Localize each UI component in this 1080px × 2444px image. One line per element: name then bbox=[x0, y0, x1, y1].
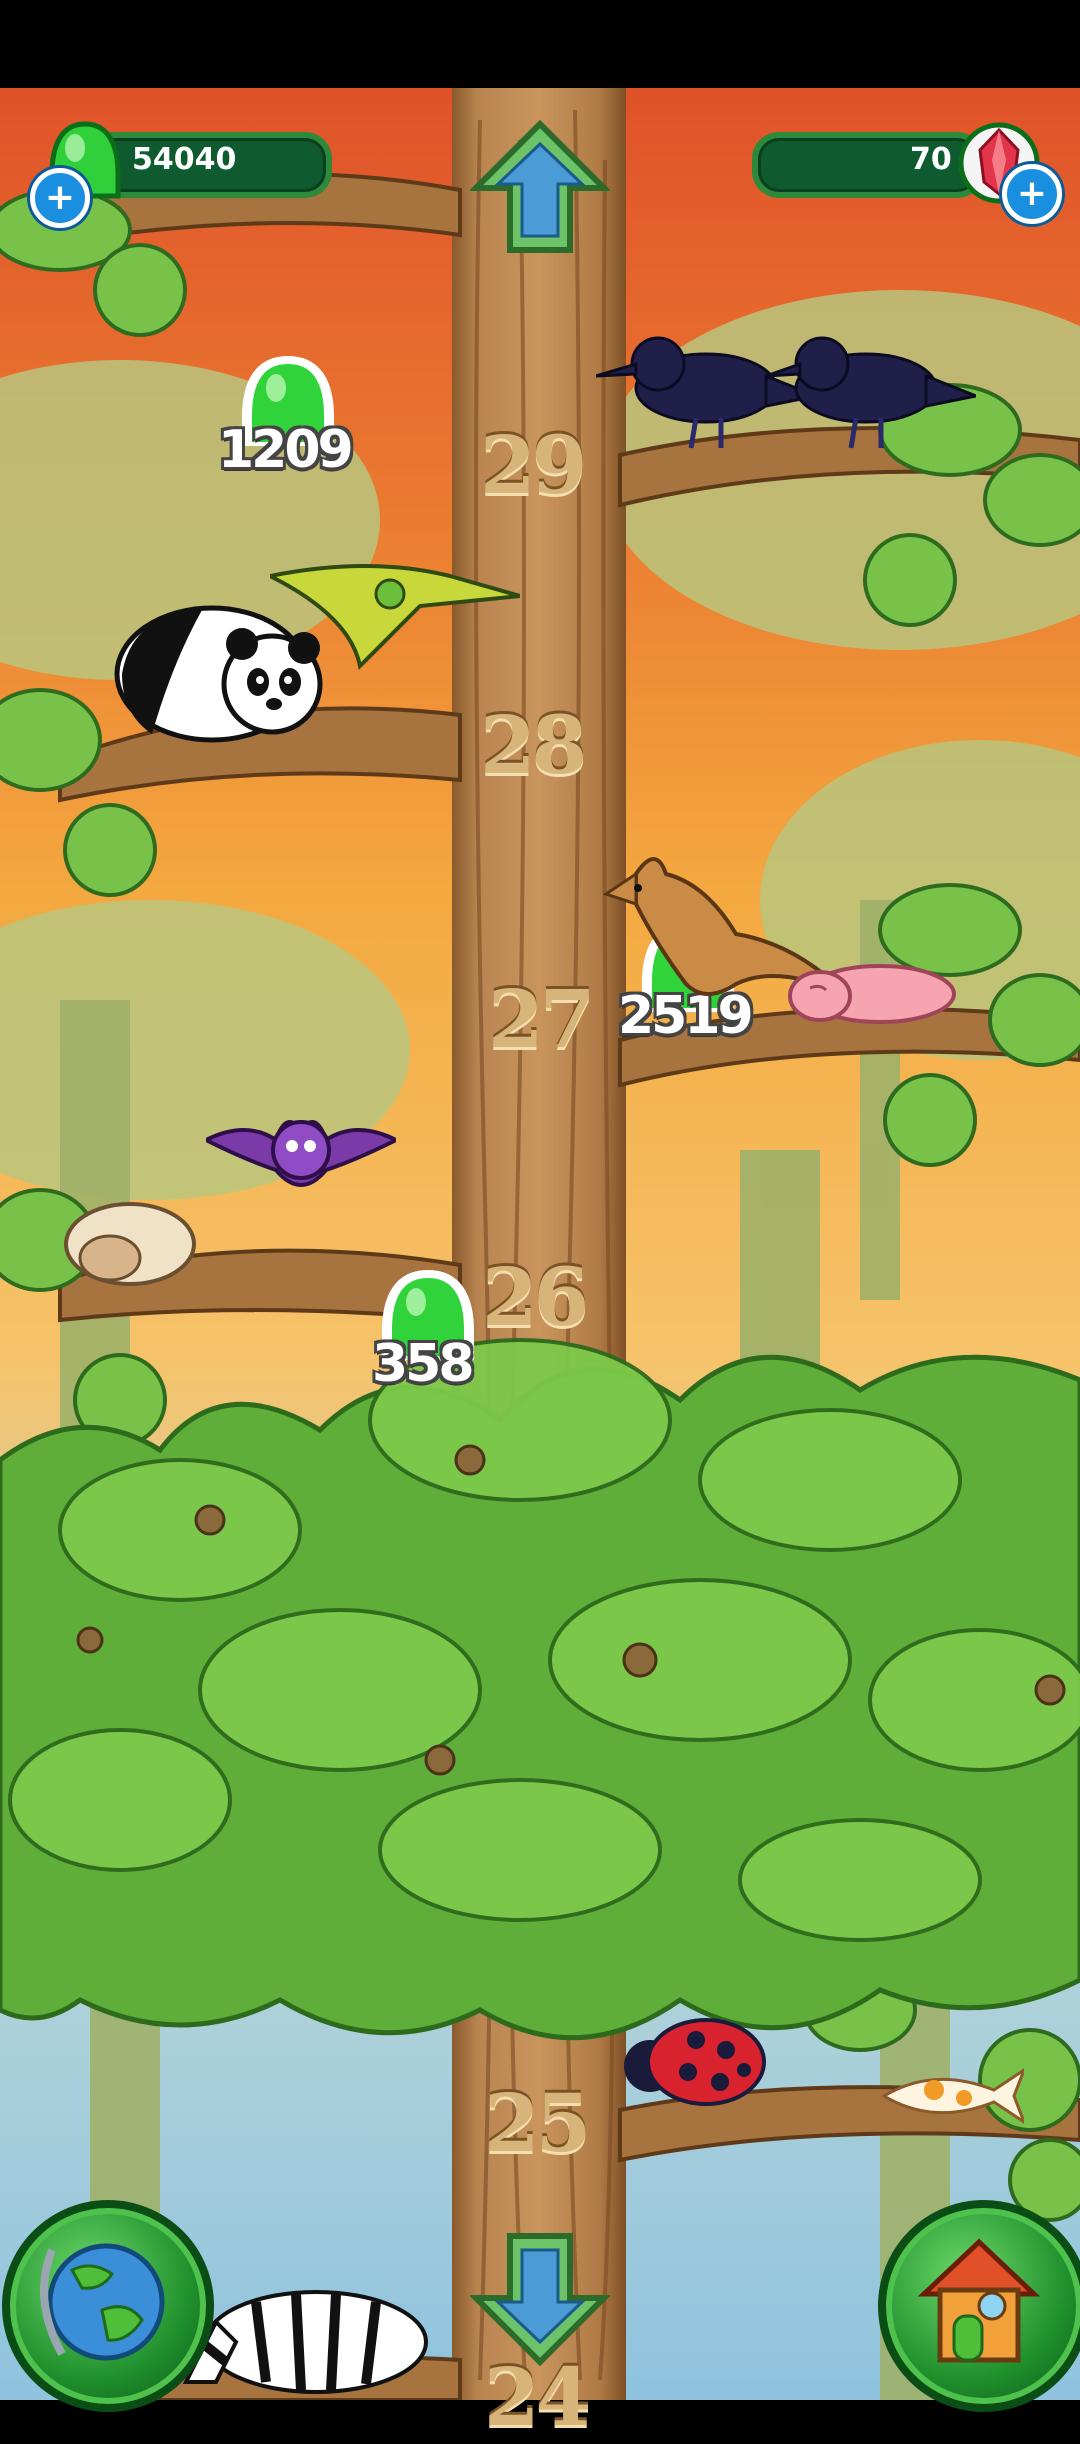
naked-mole-rat-animal[interactable] bbox=[780, 950, 960, 1030]
add-crystals-button[interactable]: + bbox=[1002, 164, 1062, 224]
floor-label-28: 28 bbox=[480, 698, 587, 792]
floor-label-29: 29 bbox=[480, 418, 587, 512]
gems-count: 54040 bbox=[132, 142, 237, 177]
floor-label-27: 27 bbox=[488, 972, 595, 1066]
house-icon bbox=[917, 2238, 1041, 2363]
collectible-value[interactable]: 358 bbox=[372, 1334, 475, 1394]
globe-icon bbox=[40, 2243, 165, 2361]
collectible-value[interactable]: 1209 bbox=[218, 420, 354, 480]
floor-label-26: 26 bbox=[482, 1250, 589, 1344]
home-button[interactable] bbox=[878, 2200, 1080, 2412]
panda-animal[interactable] bbox=[112, 584, 332, 744]
globe-map-button[interactable] bbox=[2, 2200, 214, 2412]
game-scene: 54040 + 70 + 29 28 27 26 25 24 1209 2519… bbox=[0, 0, 1080, 2444]
floor-label-25: 25 bbox=[484, 2076, 591, 2170]
sheep-animal[interactable] bbox=[60, 1192, 200, 1292]
scroll-down-arrow-icon[interactable] bbox=[470, 2228, 610, 2368]
crow-animals[interactable] bbox=[596, 326, 976, 456]
scroll-up-arrow-icon[interactable] bbox=[470, 118, 610, 258]
crystals-count: 70 bbox=[910, 142, 952, 177]
add-gems-button[interactable]: + bbox=[30, 168, 90, 228]
koi-fish-animal[interactable] bbox=[874, 2060, 1024, 2130]
ladybug-animal[interactable] bbox=[616, 2010, 766, 2110]
bat-animal[interactable] bbox=[206, 1100, 396, 1210]
